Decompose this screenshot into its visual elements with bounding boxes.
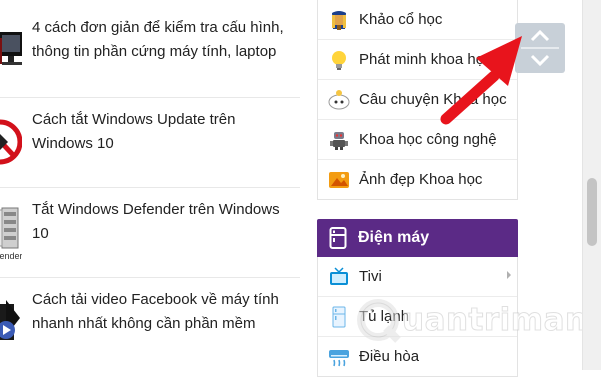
menu-item-label: Khảo cổ học xyxy=(359,11,443,28)
article-title[interactable]: 4 cách đơn giản để kiểm tra cấu hình, th… xyxy=(32,16,292,64)
pharaoh-icon xyxy=(328,9,350,31)
robot-icon xyxy=(328,129,350,151)
fridge-icon xyxy=(329,227,347,249)
article-item[interactable]: efender Tắt Windows Defender trên Window… xyxy=(0,188,300,278)
menu-item-fridge[interactable]: Tủ lạnh xyxy=(318,297,517,337)
menu-item-air-conditioner[interactable]: Điều hòa xyxy=(318,337,517,376)
image-icon xyxy=(328,169,350,191)
menu-item-science-photos[interactable]: Ảnh đẹp Khoa học xyxy=(318,160,517,199)
scrollbar-thumb[interactable] xyxy=(587,178,597,246)
article-item[interactable]: 4 cách đơn giản để kiểm tra cấu hình, th… xyxy=(0,0,300,98)
tv-icon xyxy=(328,266,350,288)
article-item[interactable]: Cách tải video Facebook về máy tính nhan… xyxy=(0,278,300,370)
scroll-nav-widget xyxy=(515,23,565,73)
windows-defender-icon[interactable]: efender xyxy=(0,202,22,264)
scroll-up-button[interactable] xyxy=(515,23,565,47)
video-download-icon[interactable] xyxy=(0,292,22,352)
thumb-caption: efender xyxy=(0,251,22,261)
menu-item-label: Câu chuyện Khoa học xyxy=(359,91,507,108)
air-conditioner-icon xyxy=(328,346,350,368)
article-title[interactable]: Cách tải video Facebook về máy tính nhan… xyxy=(32,288,292,336)
science-submenu: Khảo cổ học Phát minh khoa học Câu chuyệ… xyxy=(317,0,518,200)
lightbulb-icon xyxy=(328,49,350,71)
cloud-icon xyxy=(328,89,350,111)
prohibited-icon[interactable] xyxy=(0,112,22,172)
article-title[interactable]: Cách tắt Windows Update trên Windows 10 xyxy=(32,108,292,156)
scroll-down-button[interactable] xyxy=(515,49,565,73)
menu-item-label: Phát minh khoa học xyxy=(359,51,492,68)
category-sidebar: Khảo cổ học Phát minh khoa học Câu chuyệ… xyxy=(317,0,518,377)
menu-item-label: Điều hòa xyxy=(359,348,420,365)
appliances-submenu: Tivi Tủ lạnh Điều hòa xyxy=(317,257,518,377)
page-scrollbar[interactable] xyxy=(582,0,601,370)
menu-item-science-stories[interactable]: Câu chuyện Khoa học xyxy=(318,80,517,120)
menu-item-archaeology[interactable]: Khảo cổ học xyxy=(318,0,517,40)
menu-item-label: Khoa học công nghệ xyxy=(359,131,497,148)
related-articles-list: 4 cách đơn giản để kiểm tra cấu hình, th… xyxy=(0,0,300,370)
chevron-down-icon xyxy=(530,54,550,67)
menu-item-science-technology[interactable]: Khoa học công nghệ xyxy=(318,120,517,160)
menu-item-label: Tủ lạnh xyxy=(359,308,410,325)
menu-item-label: Tivi xyxy=(359,268,382,285)
article-title[interactable]: Tắt Windows Defender trên Windows 10 xyxy=(32,198,292,246)
computer-monitor-icon[interactable] xyxy=(0,28,22,80)
article-item[interactable]: Cách tắt Windows Update trên Windows 10 xyxy=(0,98,300,188)
menu-item-label: Ảnh đẹp Khoa học xyxy=(359,171,483,188)
menu-item-tv[interactable]: Tivi xyxy=(318,257,517,297)
chevron-right-icon xyxy=(507,271,511,279)
category-header-label: Điện máy xyxy=(358,229,430,246)
menu-item-inventions[interactable]: Phát minh khoa học xyxy=(318,40,517,80)
chevron-up-icon xyxy=(530,29,550,42)
category-header-appliances[interactable]: Điện máy xyxy=(317,219,518,257)
fridge-small-icon xyxy=(328,306,350,328)
